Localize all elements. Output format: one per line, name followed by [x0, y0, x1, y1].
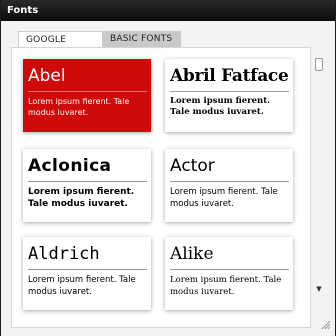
tab-google-fonts[interactable]: GOOGLE FONTS: [18, 31, 103, 61]
font-card-aclonica[interactable]: Aclonica Lorem ipsum fierent. Tale modus…: [23, 149, 151, 222]
font-name: Abel: [28, 65, 147, 92]
font-card-aldrich[interactable]: Aldrich Lorem ipsum fierent. Tale modus …: [23, 237, 151, 310]
font-card-abel[interactable]: Abel Lorem ipsum fierent. Tale modus iuv…: [23, 59, 151, 132]
tab-basic-fonts[interactable]: BASIC FONTS: [103, 31, 181, 47]
font-sample: Lorem ipsum fierent. Tale modus iuvaret.: [170, 96, 271, 117]
font-sample: Lorem ipsum fierent. Tale modus iuvaret.: [28, 97, 130, 117]
font-name: Aclonica: [28, 155, 147, 182]
font-sample: Lorem ipsum fierent. Tale modus iuvaret.: [170, 187, 278, 209]
font-name: Actor: [170, 155, 289, 182]
scroll-thumb[interactable]: [315, 58, 323, 71]
font-name: Alike: [170, 243, 289, 270]
vertical-scrollbar[interactable]: ▼: [314, 55, 324, 296]
font-sample: Lorem ipsum fierent. Tale modus iuvaret.: [28, 187, 135, 209]
font-sample: Lorem ipsum fierent. Tale modus iuvaret.: [28, 275, 136, 297]
font-name: Aldrich: [28, 243, 147, 270]
resize-grip-icon[interactable]: [319, 318, 331, 330]
font-name: Abril Fatface: [170, 65, 289, 92]
font-tabs: GOOGLE FONTS BASIC FONTS: [18, 31, 181, 61]
font-sample: Lorem ipsum fierent. Tale modus iuvaret.: [170, 275, 282, 297]
fonts-window: Fonts GOOGLE FONTS BASIC FONTS Abel Lore…: [0, 0, 336, 336]
font-card-actor[interactable]: Actor Lorem ipsum fierent. Tale modus iu…: [165, 149, 293, 222]
font-list-panel: Abel Lorem ipsum fierent. Tale modus iuv…: [11, 47, 311, 328]
scroll-down-arrow-icon[interactable]: ▼: [314, 284, 324, 294]
font-card-abril-fatface[interactable]: Abril Fatface Lorem ipsum fierent. Tale …: [165, 59, 293, 132]
font-card-alike[interactable]: Alike Lorem ipsum fierent. Tale modus iu…: [165, 237, 293, 310]
window-title: Fonts: [1, 0, 335, 21]
